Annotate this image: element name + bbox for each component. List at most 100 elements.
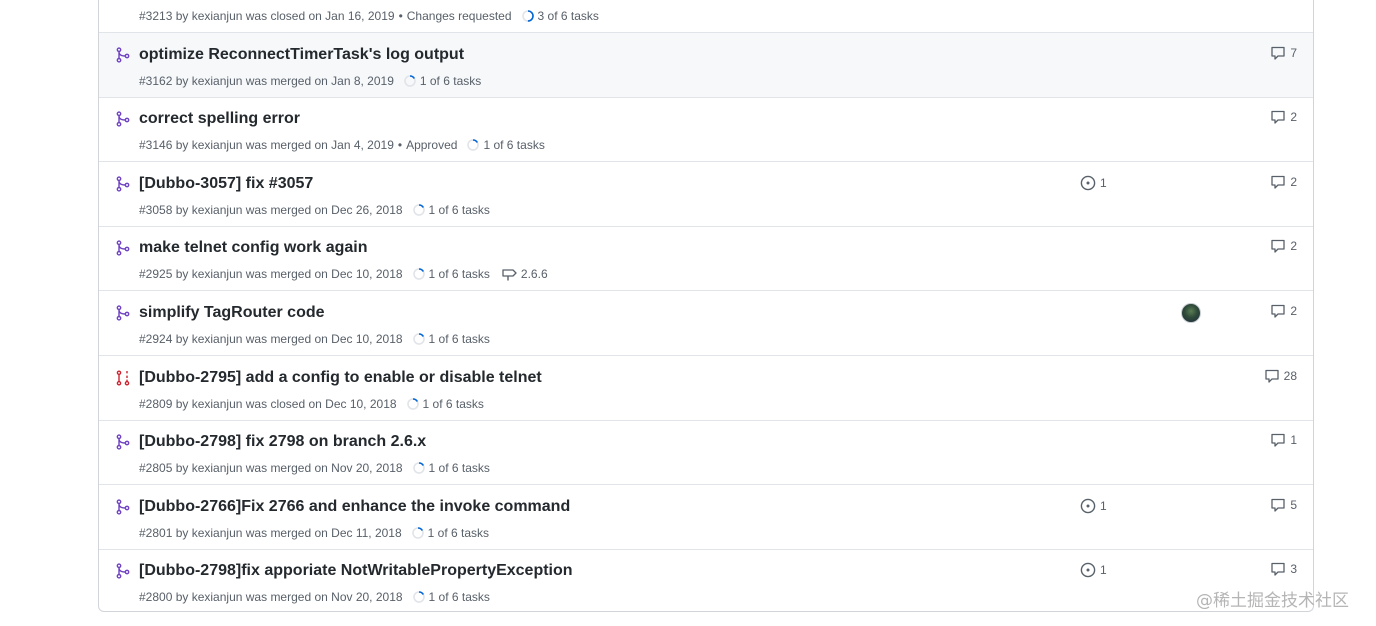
comment-count: 2 <box>1290 304 1297 318</box>
pr-meta: #3146 by kexianjun was merged on Jan 4, … <box>139 138 545 152</box>
pr-number-link[interactable]: #2800 <box>139 590 172 604</box>
task-progress: 1 of 6 tasks <box>412 267 490 281</box>
author-link[interactable]: kexianjun <box>192 138 243 152</box>
review-status-link[interactable]: Approved <box>406 138 457 152</box>
progress-ring-icon <box>521 10 538 22</box>
comments-link[interactable]: 2 <box>1270 109 1297 125</box>
pr-row[interactable]: [Dubbo-3057] fix #3057 #3058 by kexianjun… <box>99 162 1313 227</box>
comment-icon <box>1270 174 1290 190</box>
progress-ring-icon <box>412 591 429 604</box>
pr-action: was merged on <box>245 138 328 153</box>
pr-number-link[interactable]: #3058 <box>139 203 172 217</box>
pr-title-link[interactable]: correct spelling error <box>139 110 300 128</box>
comments-link[interactable]: 2 <box>1270 238 1297 254</box>
pr-number-link[interactable]: #2801 <box>139 526 172 540</box>
by-text: by <box>172 590 192 605</box>
pr-title-link[interactable]: optimize ReconnectTimerTask's log output <box>139 46 464 64</box>
pr-title-link[interactable]: simplify TagRouter code <box>139 304 325 322</box>
comments-link[interactable]: 28 <box>1264 368 1297 384</box>
by-text: by <box>172 332 192 346</box>
linked-issue-count: 1 <box>1100 498 1107 513</box>
pr-number-link[interactable]: #2805 <box>139 461 172 475</box>
task-count: 1 of 6 tasks <box>427 525 490 540</box>
milestone-icon <box>502 268 521 281</box>
task-count: 1 of 6 tasks <box>483 138 545 153</box>
linked-issues-link[interactable]: 1 <box>1080 175 1107 191</box>
comment-count: 7 <box>1290 45 1297 60</box>
pr-row[interactable]: [Dubbo-2798]fix apporiate NotWritablePro… <box>99 549 1313 614</box>
pr-action: was merged on <box>245 73 328 88</box>
git-merge-icon <box>116 499 130 515</box>
pr-row[interactable]: #3213 by kexianjun was closed on Jan 16,… <box>99 0 1313 33</box>
task-progress: 1 of 6 tasks <box>412 203 490 217</box>
pull-request-list: #3213 by kexianjun was closed on Jan 16,… <box>98 0 1314 612</box>
comment-icon <box>1270 45 1290 61</box>
progress-ring-icon <box>412 203 429 216</box>
pr-action: was closed on <box>245 396 322 411</box>
pr-title-link[interactable]: [Dubbo-2798]fix apporiate NotWritablePro… <box>139 562 573 580</box>
author-link[interactable]: kexianjun <box>192 397 243 411</box>
task-progress: 1 of 6 tasks <box>412 461 490 475</box>
pr-row[interactable]: make telnet config work again #2925 by ke… <box>99 226 1313 292</box>
author-link[interactable]: kexianjun <box>192 332 243 346</box>
review-status-link[interactable]: Changes requested <box>407 9 512 23</box>
author-link[interactable]: kexianjun <box>192 74 243 88</box>
comment-count: 2 <box>1290 110 1297 125</box>
author-link[interactable]: kexianjun <box>192 526 243 540</box>
pr-date: Dec 10, 2018 <box>331 267 403 282</box>
pr-title-link[interactable]: [Dubbo-2795] add a config to enable or d… <box>139 369 542 387</box>
linked-issues-link[interactable]: 1 <box>1080 498 1107 514</box>
comment-icon <box>1270 238 1290 254</box>
pr-title-link[interactable]: make telnet config work again <box>139 239 368 257</box>
author-link[interactable]: kexianjun <box>192 203 243 217</box>
git-merge-icon <box>116 305 130 321</box>
task-count: 1 of 6 tasks <box>428 590 490 605</box>
by-text: by <box>172 267 192 282</box>
pr-meta: #2801 by kexianjun was merged on Dec 11,… <box>139 526 489 540</box>
pr-date: Nov 20, 2018 <box>331 461 403 476</box>
author-link[interactable]: kexianjun <box>192 9 243 23</box>
by-text: by <box>172 396 192 411</box>
pr-number-link[interactable]: #2809 <box>139 397 172 411</box>
pr-row[interactable]: [Dubbo-2766]Fix 2766 and enhance the inv… <box>99 485 1313 550</box>
pr-date: Dec 11, 2018 <box>331 525 402 540</box>
linked-issues-link[interactable]: 1 <box>1080 562 1107 578</box>
pr-date: Jan 16, 2019 <box>325 9 395 23</box>
pr-number-link[interactable]: #3213 <box>139 9 172 23</box>
comments-link[interactable]: 2 <box>1270 174 1297 190</box>
author-link[interactable]: kexianjun <box>192 461 243 475</box>
watermark: @稀土掘金技术社区 <box>1196 591 1349 611</box>
progress-ring-icon <box>411 526 428 539</box>
pr-row[interactable]: optimize ReconnectTimerTask's log output… <box>99 32 1313 98</box>
assignee-avatar[interactable] <box>1181 303 1201 323</box>
author-link[interactable]: kexianjun <box>192 590 243 604</box>
pr-action: was merged on <box>245 461 328 476</box>
pr-title-link[interactable]: [Dubbo-2798] fix 2798 on branch 2.6.x <box>139 433 426 451</box>
comments-link[interactable]: 7 <box>1270 45 1297 61</box>
issue-opened-icon <box>1080 175 1100 191</box>
pr-row[interactable]: simplify TagRouter code #2924 by kexianju… <box>99 291 1313 356</box>
pr-date: Jan 8, 2019 <box>331 73 394 88</box>
comment-count: 28 <box>1283 368 1297 383</box>
comments-link[interactable]: 2 <box>1270 303 1297 319</box>
task-progress: 1 of 6 tasks <box>411 525 490 540</box>
progress-ring-icon <box>412 333 429 345</box>
pr-date: Nov 20, 2018 <box>331 590 403 605</box>
bullet-separator: • <box>397 138 403 153</box>
pr-row[interactable]: correct spelling error #3146 by kexianjun… <box>99 97 1313 163</box>
comments-link[interactable]: 1 <box>1270 432 1297 448</box>
pr-number-link[interactable]: #2924 <box>139 332 172 346</box>
pr-title-link[interactable]: [Dubbo-3057] fix #3057 <box>139 175 313 193</box>
pr-title-link[interactable]: [Dubbo-2766]Fix 2766 and enhance the inv… <box>139 498 570 516</box>
pr-number-link[interactable]: #2925 <box>139 267 172 281</box>
comment-count: 5 <box>1290 497 1297 512</box>
pr-number-link[interactable]: #3162 <box>139 74 172 88</box>
pr-number-link[interactable]: #3146 <box>139 138 172 152</box>
comments-link[interactable]: 3 <box>1270 561 1297 577</box>
author-link[interactable]: kexianjun <box>192 267 243 281</box>
pr-row[interactable]: [Dubbo-2798] fix 2798 on branch 2.6.x #28… <box>99 420 1313 486</box>
pr-row[interactable]: [Dubbo-2795] add a config to enable or d… <box>99 356 1313 421</box>
milestone-link[interactable]: 2.6.6 <box>502 267 548 281</box>
pr-meta: #2800 by kexianjun was merged on Nov 20,… <box>139 590 490 604</box>
comments-link[interactable]: 5 <box>1270 497 1297 513</box>
